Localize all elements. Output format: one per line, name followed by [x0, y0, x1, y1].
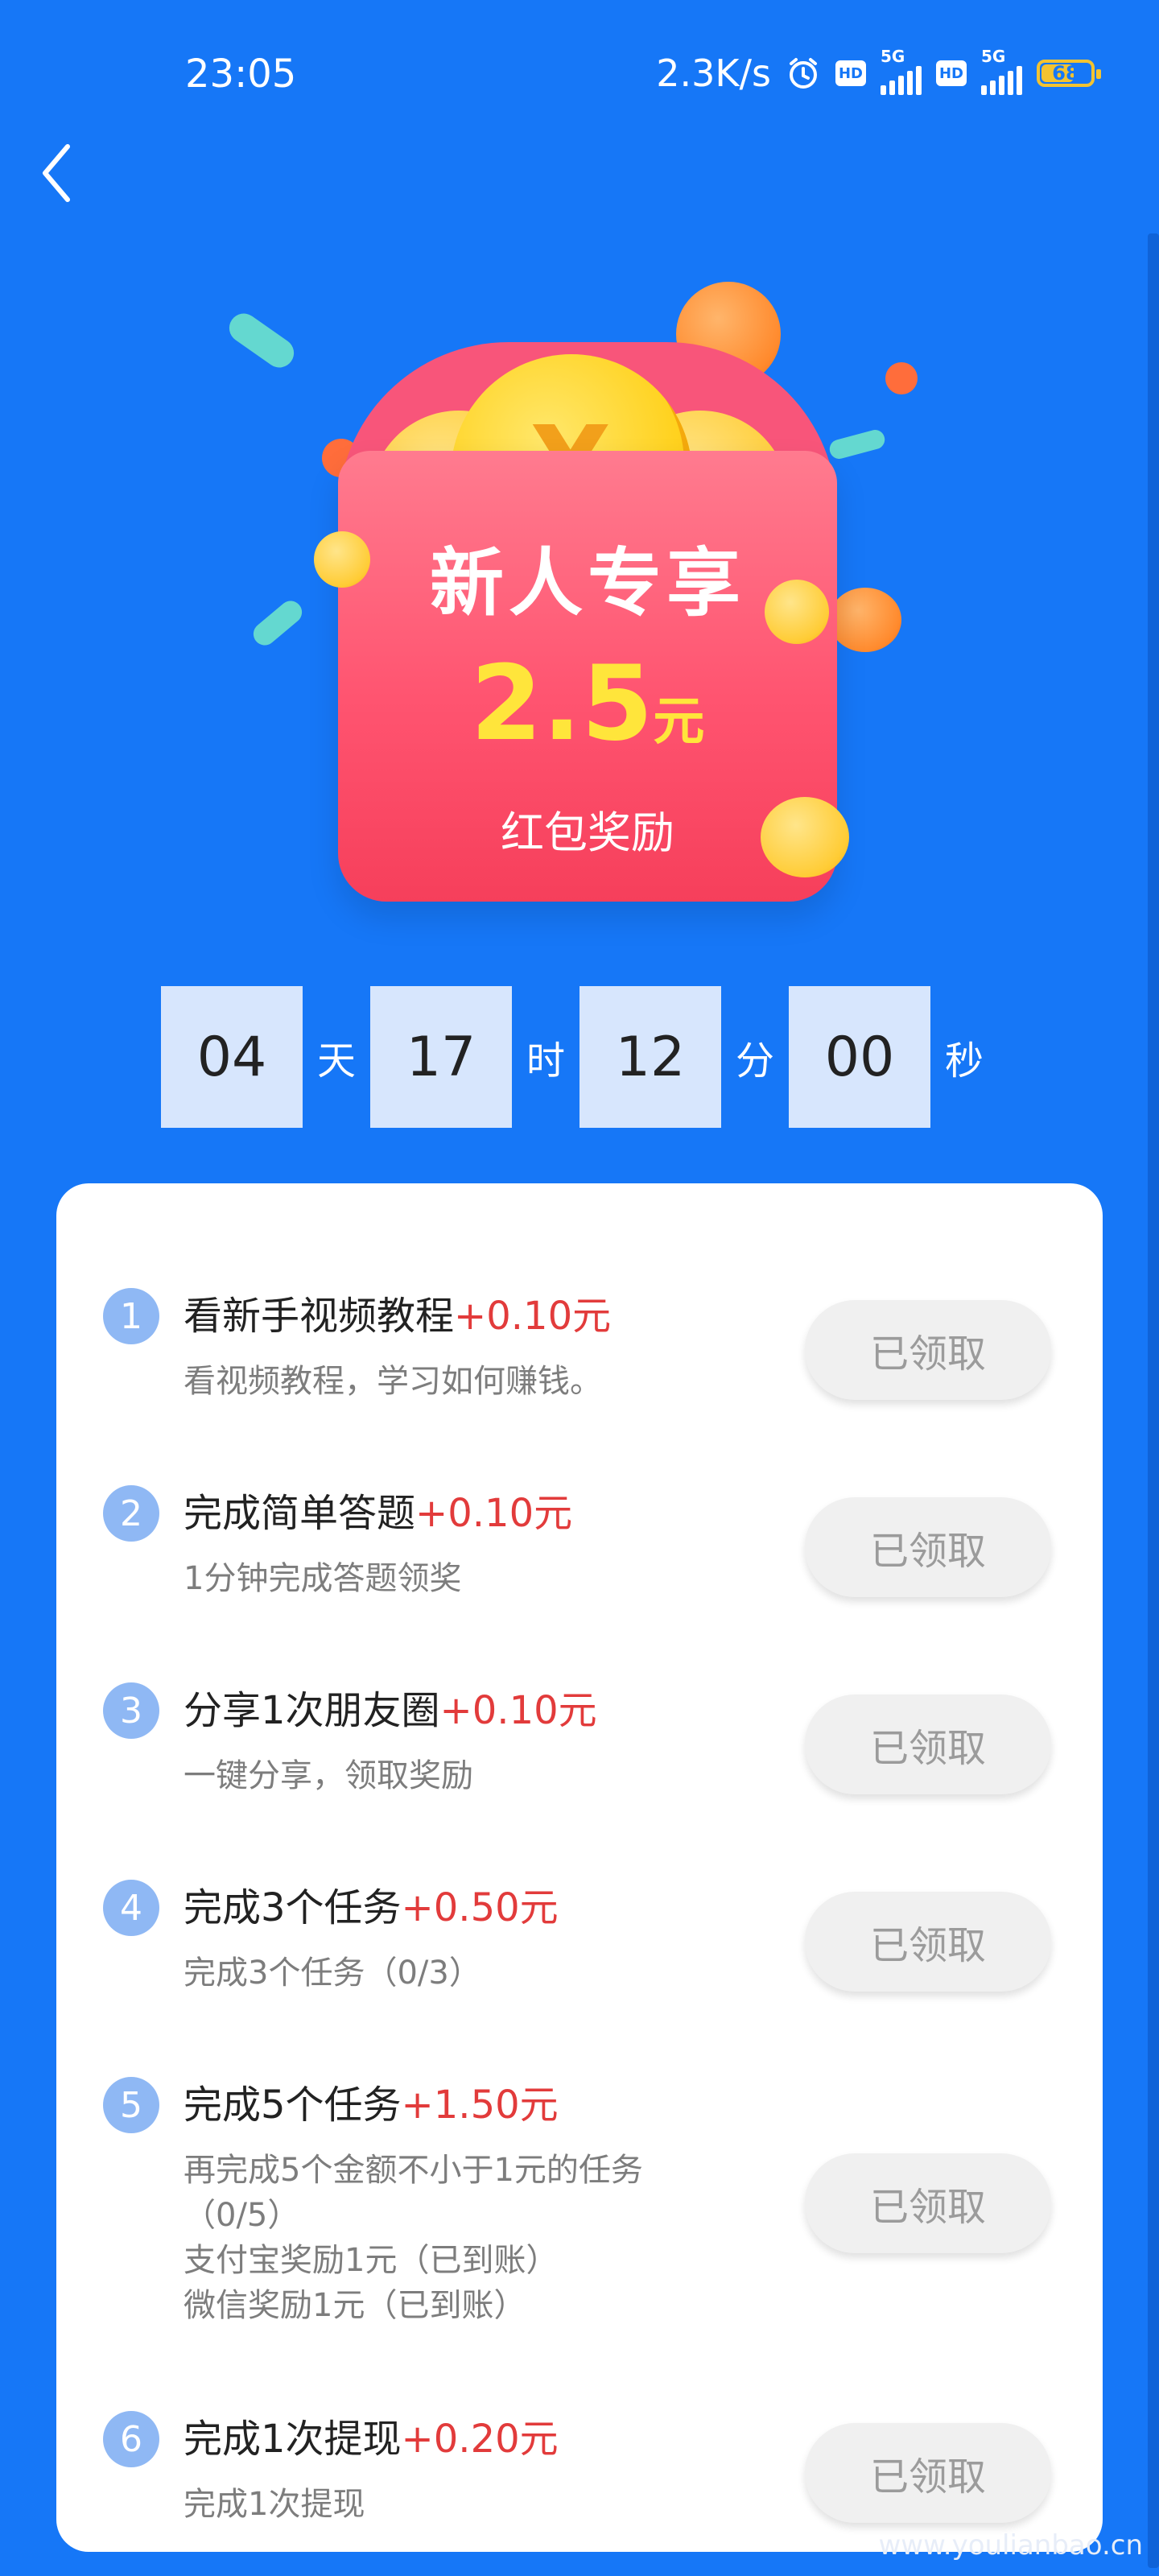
task-title: 分享1次朋友圈+0.10元 — [184, 1682, 597, 1739]
task-reward: +0.10元 — [454, 1294, 612, 1339]
hd-badge-2: HD — [936, 60, 967, 86]
task-title: 完成1次提现+0.20元 — [184, 2411, 559, 2467]
decor-dot-2 — [885, 362, 918, 394]
task-description: 看视频教程，学习如何赚钱。 — [184, 1363, 602, 1400]
countdown-hours: 17 — [370, 986, 512, 1128]
task-description-line: 支付宝奖励1元（已到账） — [184, 2242, 559, 2279]
task-description: 1分钟完成答题领奖 — [184, 1560, 462, 1597]
task-description: 再完成5个金额不小于1元的任务 （0/5） 支付宝奖励1元（已到账） 微信奖励1… — [184, 2148, 715, 2328]
red-envelope-illustration: ¥ 新人专享 2.5元 红包奖励 — [223, 266, 942, 926]
promo-subtitle: 红包奖励 — [501, 807, 674, 858]
sim2-label: 5G — [981, 47, 1006, 66]
battery-level: 68 — [1052, 62, 1079, 85]
promo-amount-unit: 元 — [653, 692, 705, 752]
task-title-text: 完成1次提现 — [184, 2417, 402, 2462]
claim-button-3[interactable]: 已领取 — [805, 1695, 1051, 1794]
task-title-text: 看新手视频教程 — [184, 1294, 455, 1339]
claim-button-2[interactable]: 已领取 — [805, 1497, 1051, 1597]
task-number: 5 — [103, 2077, 159, 2133]
battery-icon: 68 — [1037, 60, 1101, 87]
task-reward: +0.10元 — [415, 1491, 573, 1536]
task-title-text: 完成3个任务 — [184, 1885, 402, 1930]
claim-button-4[interactable]: 已领取 — [805, 1892, 1051, 1992]
task-title-text: 完成5个任务 — [184, 2083, 402, 2128]
task-reward: +1.50元 — [401, 2083, 559, 2128]
task-title-text: 完成简单答题 — [184, 1491, 416, 1536]
task-title: 看新手视频教程+0.10元 — [184, 1288, 611, 1344]
signal-1-icon: 5G — [881, 47, 922, 95]
claim-button-6[interactable]: 已领取 — [805, 2423, 1051, 2523]
chevron-left-icon — [43, 144, 70, 202]
decor-teal-3 — [827, 427, 887, 461]
countdown-minutes-label: 分 — [735, 1038, 774, 1084]
countdown-hours-label: 时 — [526, 1038, 565, 1084]
promo-amount-value: 2.5 — [470, 644, 654, 764]
status-time: 23:05 — [185, 52, 297, 97]
task-reward: +0.50元 — [401, 1885, 559, 1930]
countdown-minutes: 12 — [580, 986, 721, 1128]
alarm-icon — [786, 56, 821, 91]
task-number: 4 — [103, 1880, 159, 1936]
countdown-seconds-label: 秒 — [944, 1038, 984, 1084]
countdown-seconds: 00 — [789, 986, 930, 1128]
countdown-timer: 04 天 17 时 12 分 00 秒 — [161, 986, 998, 1128]
claim-button-5[interactable]: 已领取 — [805, 2153, 1051, 2253]
task-reward: +0.10元 — [439, 1688, 597, 1733]
decor-teal-1 — [223, 308, 300, 374]
task-title: 完成5个任务+1.50元 — [184, 2077, 559, 2133]
task-description-line: （0/5） — [184, 2197, 300, 2234]
signal-2-icon: 5G — [981, 47, 1022, 95]
promo-amount: 2.5元 — [233, 644, 942, 764]
task-title: 完成3个任务+0.50元 — [184, 1880, 559, 1936]
task-list-card: 1 看新手视频教程+0.10元 看视频教程，学习如何赚钱。 已领取 2 完成简单… — [56, 1183, 1103, 2552]
scrollbar[interactable] — [1148, 233, 1159, 2568]
status-bar: 23:05 2.3K/s HD 5G HD 5G 68 — [0, 0, 1159, 161]
task-reward: +0.20元 — [401, 2417, 559, 2462]
claim-button-1[interactable]: 已领取 — [805, 1300, 1051, 1400]
task-title-text: 分享1次朋友圈 — [184, 1688, 440, 1733]
task-description-line: 微信奖励1元（已到账） — [184, 2287, 526, 2324]
task-title: 完成简单答题+0.10元 — [184, 1485, 572, 1542]
task-number: 6 — [103, 2411, 159, 2467]
status-icons: 2.3K/s HD 5G HD 5G 68 — [656, 47, 1101, 95]
task-description: 完成1次提现 — [184, 2486, 365, 2523]
task-description-line: 再完成5个金额不小于1元的任务 — [184, 2152, 643, 2189]
task-number: 2 — [103, 1485, 159, 1542]
sim1-label: 5G — [881, 47, 905, 66]
task-number: 1 — [103, 1288, 159, 1344]
back-button[interactable] — [34, 137, 82, 209]
task-number: 3 — [103, 1682, 159, 1739]
hd-badge-1: HD — [835, 60, 866, 86]
task-description: 完成3个任务（0/3） — [184, 1955, 481, 1992]
watermark: www.youlianbao.cn — [878, 2529, 1143, 2562]
countdown-days-label: 天 — [316, 1038, 356, 1084]
task-description: 一键分享，领取奖励 — [184, 1757, 473, 1794]
network-speed: 2.3K/s — [656, 52, 771, 95]
promo-title: 新人专享 — [429, 540, 745, 626]
countdown-days: 04 — [161, 986, 303, 1128]
